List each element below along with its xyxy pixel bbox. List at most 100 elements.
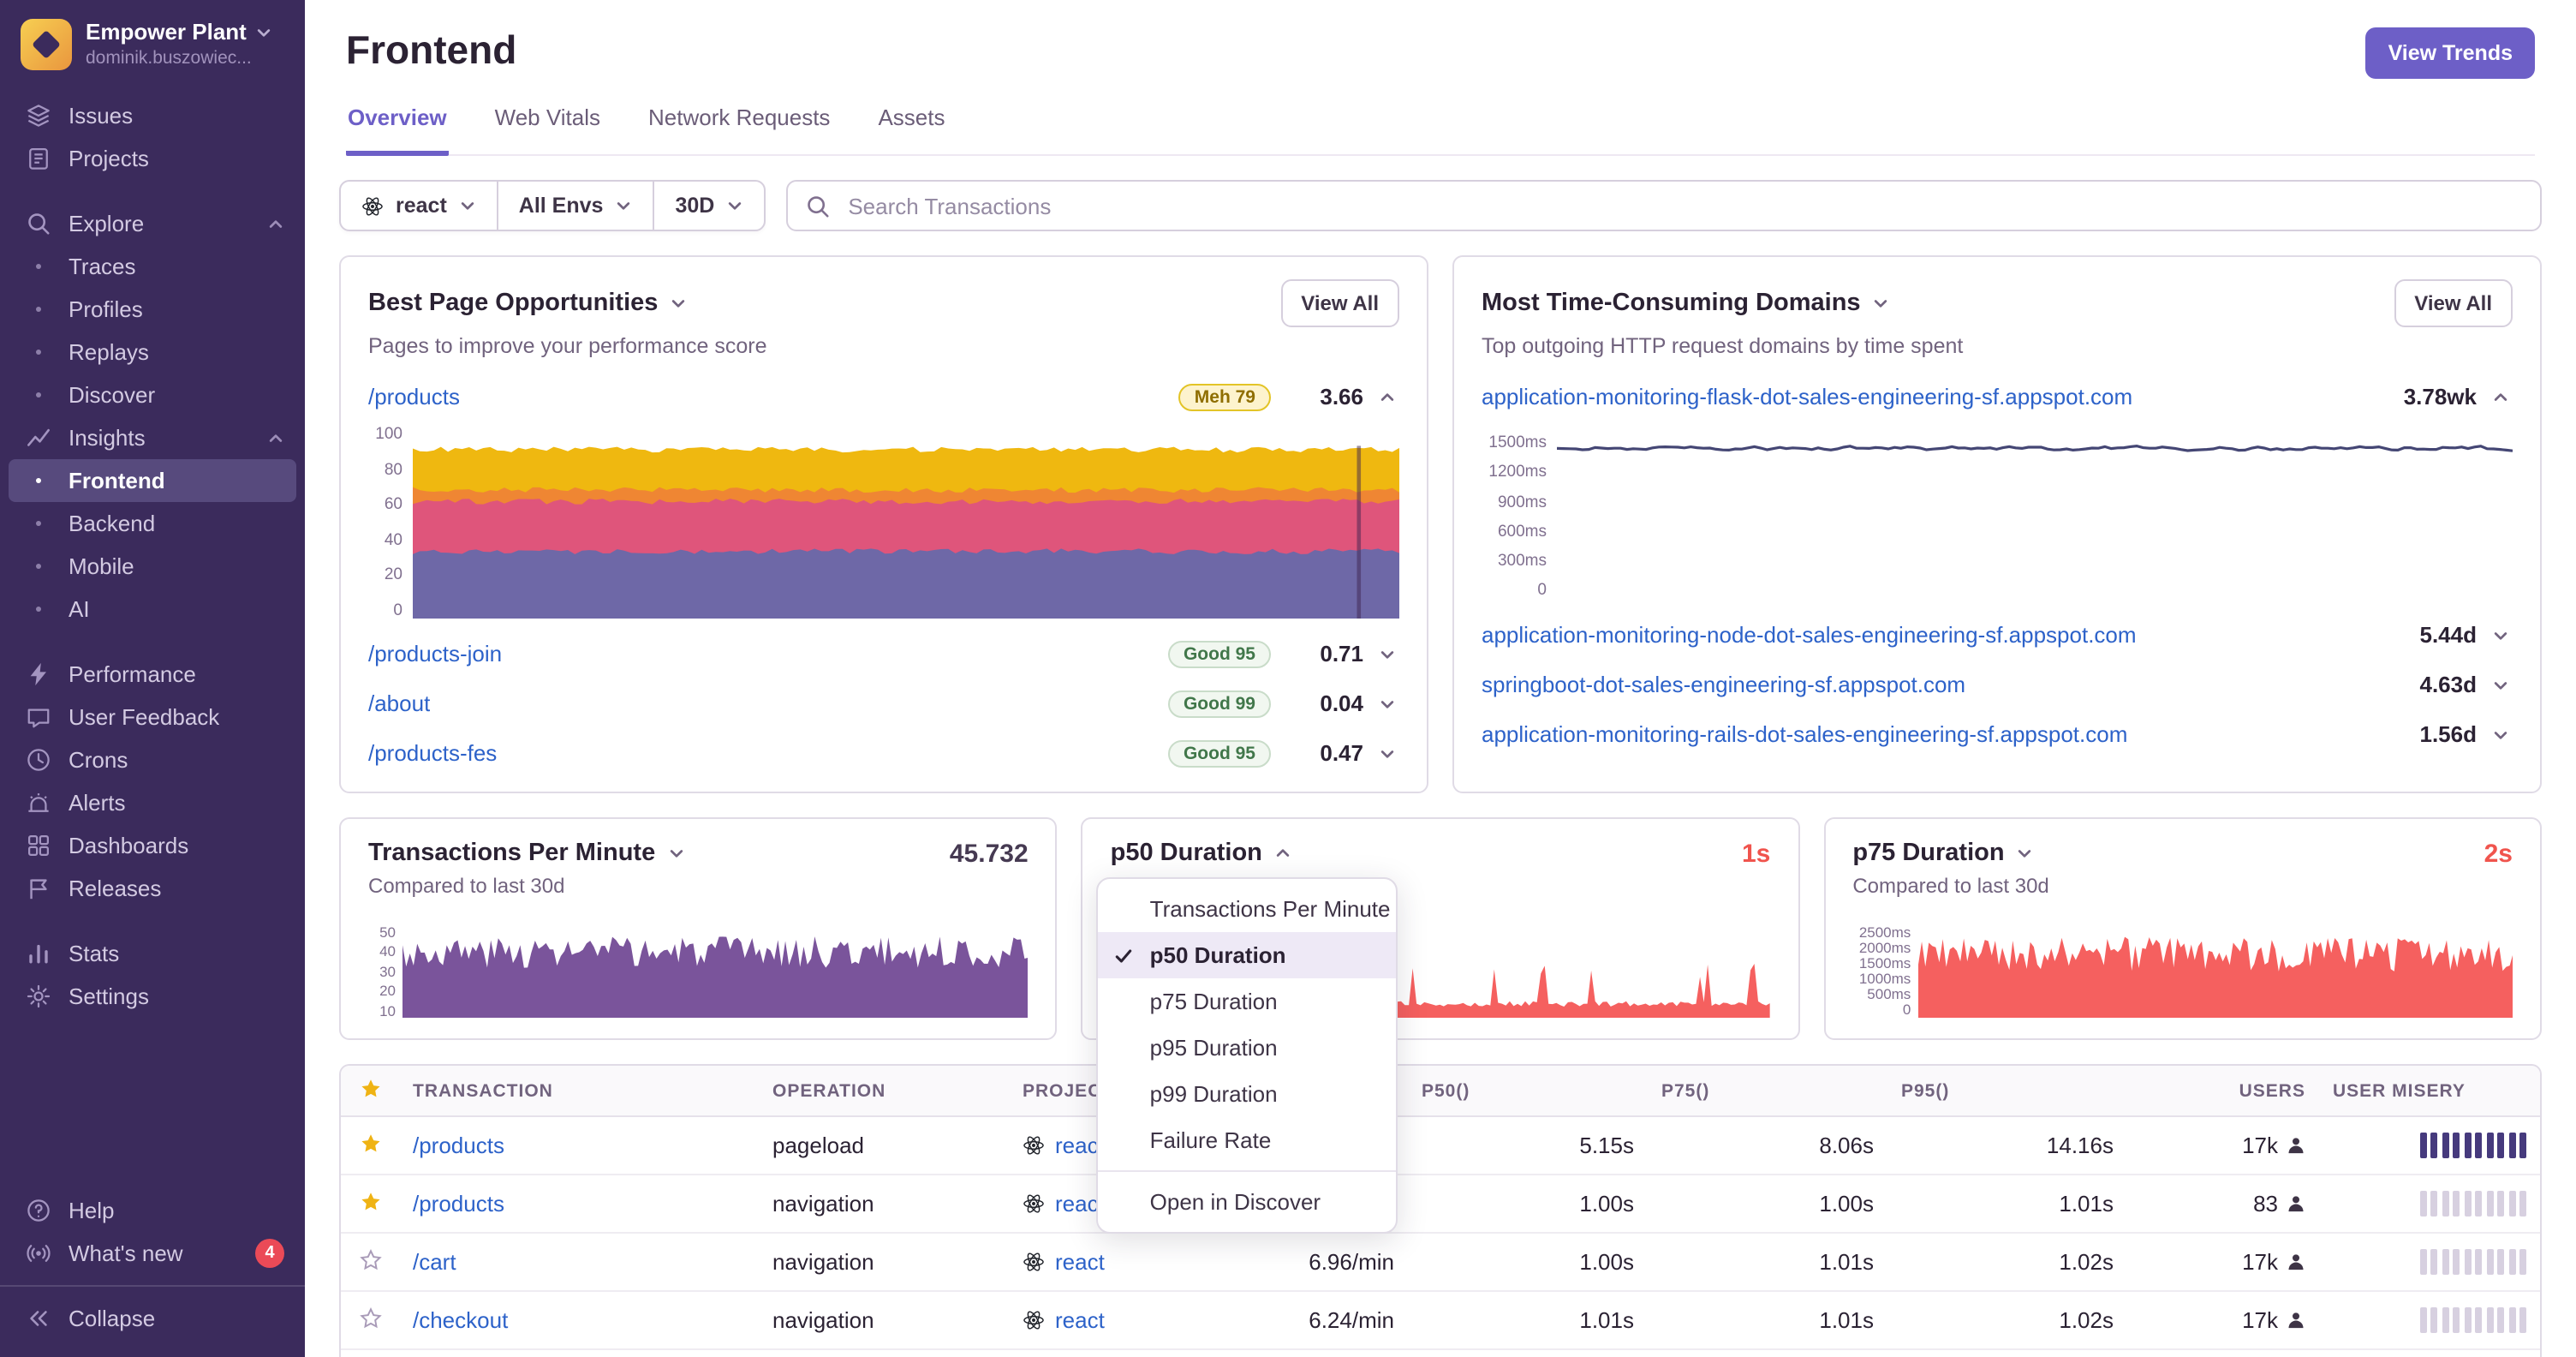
sidebar-item-traces[interactable]: Traces [9, 245, 296, 288]
chevron-down-icon [1873, 295, 1890, 312]
sidebar-item-crons[interactable]: Crons [9, 738, 296, 781]
chevron-up-icon[interactable] [1379, 388, 1399, 405]
user-misery-bars [2419, 1249, 2526, 1275]
sidebar-item-insights[interactable]: Insights [9, 416, 296, 459]
environment-filter[interactable]: All Envs [498, 182, 655, 230]
tab-overview[interactable]: Overview [346, 105, 449, 156]
search-transactions-input[interactable] [844, 191, 2523, 220]
dropdown-item-failure-rate[interactable]: Failure Rate [1099, 1117, 1397, 1163]
sidebar-item-user-feedback[interactable]: User Feedback [9, 696, 296, 738]
tab-network-requests[interactable]: Network Requests [647, 105, 832, 156]
sidebar-item-alerts[interactable]: Alerts [9, 781, 296, 824]
column-header-p95[interactable]: P95() [1887, 1080, 2127, 1101]
project-chip[interactable]: react [1023, 1191, 1105, 1217]
dropdown-item-transactions-per-minute[interactable]: Transactions Per Minute [1099, 886, 1397, 932]
star-cell[interactable] [341, 1132, 399, 1159]
project-chip[interactable]: react [1023, 1133, 1105, 1158]
sidebar-item-performance[interactable]: Performance [9, 653, 296, 696]
tpm-metric-dropdown[interactable]: Transactions Per Minute [368, 840, 684, 867]
dropdown-item-p50-duration[interactable]: p50 Duration [1098, 932, 1397, 978]
domains-title-dropdown[interactable]: Most Time-Consuming Domains [1482, 290, 1890, 317]
column-header-p75[interactable]: P75() [1648, 1080, 1887, 1101]
transaction-link[interactable]: /products [413, 1191, 504, 1217]
column-header-misery[interactable]: USER MISERY [2319, 1080, 2540, 1101]
page-link[interactable]: /products-fes [368, 740, 497, 766]
tpm-chart: 50 40 30 20 10 [368, 925, 1029, 1018]
transaction-link[interactable]: /products [413, 1133, 504, 1158]
bullet-icon [24, 478, 51, 483]
p50-metric-dropdown[interactable]: p50 Duration [1111, 840, 1291, 867]
p75-metric-dropdown[interactable]: p75 Duration [1852, 840, 2033, 867]
sidebar-item-profiles[interactable]: Profiles [9, 288, 296, 331]
page-link[interactable]: /products-join [368, 641, 502, 667]
org-switcher[interactable]: Empower Plant dominik.buszowiec... [0, 0, 305, 81]
sidebar-item-backend[interactable]: Backend [9, 502, 296, 545]
chevron-down-icon[interactable] [1379, 695, 1399, 712]
sidebar-collapse-button[interactable]: Collapse [9, 1297, 296, 1340]
sidebar-item-explore[interactable]: Explore [9, 202, 296, 245]
sidebar-item-releases[interactable]: Releases [9, 867, 296, 910]
domains-view-all-button[interactable]: View All [2394, 279, 2513, 327]
transaction-link[interactable]: /cart [413, 1249, 456, 1275]
chevron-down-icon[interactable] [2492, 626, 2513, 643]
dropdown-item-p75-duration[interactable]: p75 Duration [1099, 978, 1397, 1025]
page-header: Frontend View Trends Overview Web Vitals N… [305, 0, 2576, 156]
date-range-filter[interactable]: 30D [654, 182, 764, 230]
tab-web-vitals[interactable]: Web Vitals [493, 105, 602, 156]
best-pages-view-all-button[interactable]: View All [1280, 279, 1399, 327]
sidebar-item-issues[interactable]: Issues [9, 94, 296, 137]
star-cell[interactable] [341, 1190, 399, 1217]
transaction-link[interactable]: /checkout [413, 1307, 508, 1333]
domain-link[interactable]: application-monitoring-node-dot-sales-en… [1482, 622, 2137, 648]
sidebar-item-label: Profiles [69, 296, 143, 322]
y-axis-label: 500ms [1867, 985, 1911, 1003]
sidebar-item-settings[interactable]: Settings [9, 975, 296, 1018]
sidebar-item-discover[interactable]: Discover [9, 374, 296, 416]
view-trends-button[interactable]: View Trends [2365, 27, 2535, 79]
y-axis-label: 20 [379, 982, 396, 1000]
project-filter[interactable]: react [341, 182, 498, 230]
tab-assets[interactable]: Assets [876, 105, 946, 156]
sidebar-item-stats[interactable]: Stats [9, 932, 296, 975]
search-transactions [786, 180, 2542, 231]
star-icon [359, 1077, 381, 1104]
sidebar-item-frontend[interactable]: Frontend [9, 459, 296, 502]
sidebar-item-ai[interactable]: AI [9, 588, 296, 631]
chevron-down-icon [670, 295, 687, 312]
tpm-title: Transactions Per Minute [368, 840, 656, 867]
domain-link[interactable]: springboot-dot-sales-engineering-sf.apps… [1482, 672, 1965, 697]
chevron-up-icon [267, 215, 284, 232]
sidebar-item-replays[interactable]: Replays [9, 331, 296, 374]
column-header-transaction[interactable]: TRANSACTION [399, 1080, 759, 1101]
column-header-users[interactable]: USERS [2127, 1080, 2319, 1101]
star-cell[interactable] [341, 1248, 399, 1276]
domain-link[interactable]: application-monitoring-flask-dot-sales-e… [1482, 384, 2132, 409]
chevron-down-icon[interactable] [1379, 744, 1399, 762]
sidebar-item-help[interactable]: Help [9, 1189, 296, 1232]
star-cell[interactable] [341, 1306, 399, 1334]
chevron-down-icon[interactable] [2492, 726, 2513, 743]
dropdown-item-open-in-discover[interactable]: Open in Discover [1099, 1179, 1397, 1225]
sidebar-item-whats-new[interactable]: What's new 4 [9, 1232, 296, 1275]
chevron-down-icon[interactable] [1379, 645, 1399, 662]
project-chip[interactable]: react [1023, 1307, 1105, 1333]
sidebar-item-projects[interactable]: Projects [9, 137, 296, 180]
dropdown-item-p95-duration[interactable]: p95 Duration [1099, 1025, 1397, 1071]
chevron-down-icon [255, 23, 272, 40]
sidebar-item-mobile[interactable]: Mobile [9, 545, 296, 588]
project-chip[interactable]: react [1023, 1249, 1105, 1275]
p95-cell: 1.02s [2059, 1307, 2114, 1333]
chevron-down-icon[interactable] [2492, 676, 2513, 693]
page-link[interactable]: /products [368, 384, 460, 409]
domain-duration-chart: 1500ms 1200ms 900ms 600ms 300ms 0 [1482, 435, 2513, 600]
page-link[interactable]: /about [368, 690, 430, 716]
column-header-star[interactable] [341, 1077, 399, 1104]
column-header-p50[interactable]: P50() [1408, 1080, 1648, 1101]
best-pages-title-dropdown[interactable]: Best Page Opportunities [368, 290, 687, 317]
sidebar-item-dashboards[interactable]: Dashboards [9, 824, 296, 867]
column-header-operation[interactable]: OPERATION [759, 1080, 1009, 1101]
chevron-up-icon[interactable] [2492, 388, 2513, 405]
dropdown-item-p99-duration[interactable]: p99 Duration [1099, 1071, 1397, 1117]
domain-link[interactable]: application-monitoring-rails-dot-sales-e… [1482, 721, 2127, 747]
table-row: /cart navigation react 6.96/min 1.00s 1.01s 1.… [341, 1234, 2540, 1292]
